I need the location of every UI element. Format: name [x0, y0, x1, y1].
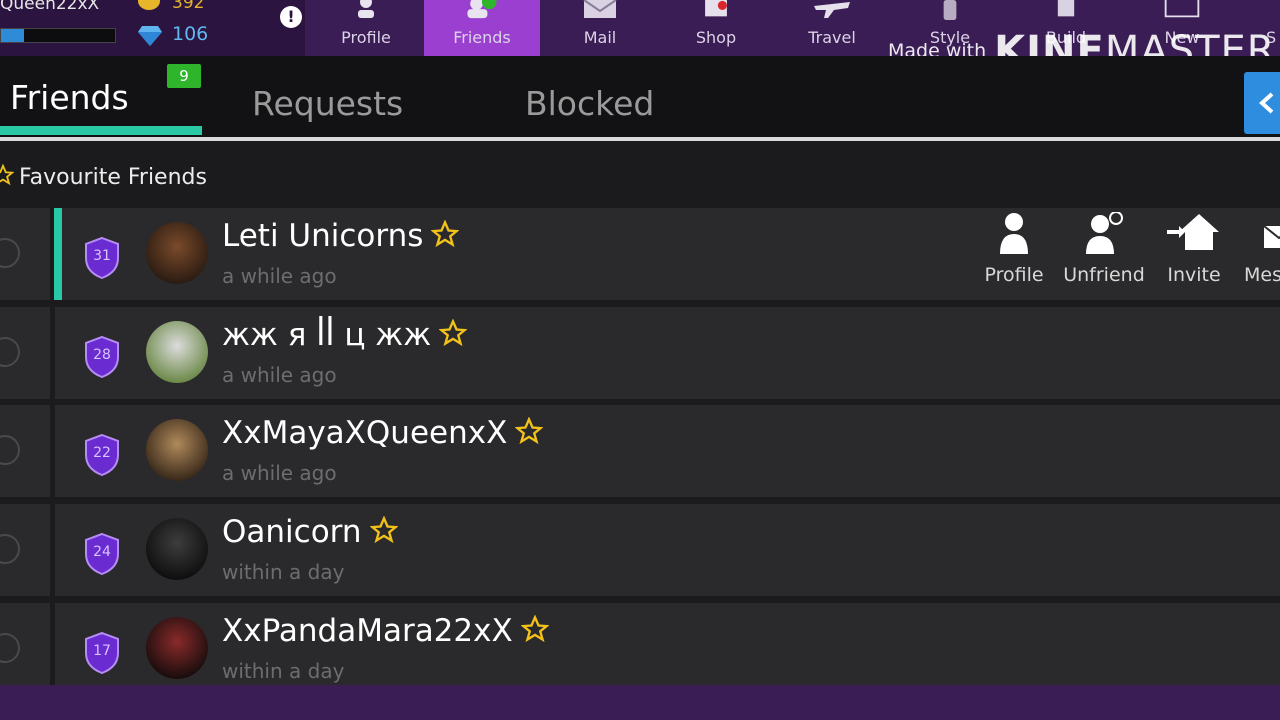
nav-label: Profile: [341, 28, 391, 47]
favourite-star-icon[interactable]: [520, 615, 549, 643]
player-name: Queen22xX: [0, 0, 100, 14]
favourite-star-icon[interactable]: [515, 417, 544, 445]
new-icon: [1164, 0, 1200, 18]
action-label: Profile: [984, 264, 1044, 286]
friend-name: XxPandaMara22xX: [222, 613, 549, 649]
unfriend-icon: [1086, 212, 1123, 254]
nav-label: Friends: [453, 28, 511, 47]
avatar[interactable]: [146, 419, 208, 481]
nav-label: Travel: [808, 28, 856, 47]
level-number: 22: [93, 445, 111, 461]
friend-name: Oanicorn: [222, 514, 398, 550]
nav-profile[interactable]: Profile: [308, 0, 424, 56]
mail-icon: [583, 0, 617, 18]
nav-travel[interactable]: Travel: [774, 0, 890, 56]
favourite-star-icon[interactable]: [369, 516, 398, 544]
level-number: 17: [93, 643, 111, 659]
friends-count-badge: 9: [167, 64, 201, 88]
active-tab-underline: [0, 126, 202, 135]
unfriend-action-button[interactable]: Unfriend: [1063, 212, 1145, 294]
avatar[interactable]: [146, 222, 208, 284]
profile-action-button[interactable]: Profile: [974, 212, 1054, 294]
profile-icon: [358, 0, 374, 18]
nav-label: Mail: [583, 28, 617, 47]
level-number: 28: [93, 347, 111, 363]
build-icon: [1057, 0, 1075, 17]
friend-name-text: XxMayaXQueenxX: [222, 415, 508, 451]
friend-name-text: Oanicorn: [222, 514, 362, 550]
envelope-icon: [1263, 225, 1280, 248]
selected-row-accent: [54, 208, 62, 300]
shop-icon: [705, 0, 727, 17]
diamond-count: 106: [172, 23, 209, 45]
info-icon[interactable]: !: [280, 6, 302, 28]
coin-count: 392: [172, 0, 205, 13]
level-number: 31: [93, 248, 111, 264]
player-panel: Queen22xX 392 106 !: [0, 0, 305, 56]
friend-name-text: XxPandaMara22xX: [222, 613, 513, 649]
friend-last-seen: a while ago: [222, 363, 337, 387]
section-title: Favourite Friends: [19, 165, 207, 190]
favourite-star-icon[interactable]: [431, 220, 460, 248]
friends-icon: [467, 0, 497, 19]
friend-name-text: Leti Unicorns: [222, 218, 424, 254]
invite-action-button[interactable]: Invite: [1154, 212, 1234, 294]
travel-icon: [814, 2, 850, 18]
friend-name: XxMayaXQueenxX: [222, 415, 544, 451]
action-label: Unfriend: [1063, 264, 1145, 286]
friend-name: Leti Unicorns: [222, 218, 460, 254]
favourite-star-icon[interactable]: [439, 319, 468, 347]
nav-friends[interactable]: Friends: [424, 0, 540, 56]
chevron-left-icon: [1259, 92, 1274, 114]
friend-last-seen: within a day: [222, 659, 345, 683]
nav-mail[interactable]: Mail: [542, 0, 658, 56]
row-divider: [50, 405, 55, 497]
friend-name-text: жж я ꟾꟾ ц жж: [222, 317, 432, 353]
bottom-bar: [0, 685, 1280, 720]
xp-bar-fill: [1, 29, 24, 42]
avatar[interactable]: [146, 518, 208, 580]
nav-shop[interactable]: Shop: [658, 0, 774, 56]
message-action-button[interactable]: Message: [1244, 212, 1280, 294]
row-divider: [50, 307, 55, 399]
friend-last-seen: within a day: [222, 560, 345, 584]
action-label: Invite: [1167, 264, 1221, 286]
row-divider: [50, 603, 55, 685]
xp-bar: [0, 28, 116, 43]
style-icon: [943, 0, 957, 20]
avatar[interactable]: [146, 617, 208, 679]
friend-last-seen: a while ago: [222, 461, 337, 485]
star-icon: [0, 164, 14, 186]
house-icon: [1167, 214, 1219, 250]
friend-name: жж я ꟾꟾ ц жж: [222, 317, 468, 353]
avatar[interactable]: [146, 321, 208, 383]
action-label: Message: [1244, 264, 1280, 286]
friend-last-seen: a while ago: [222, 264, 337, 288]
coin-icon: [138, 0, 160, 10]
diamond-icon: [138, 26, 162, 46]
nav-label: Shop: [695, 28, 737, 47]
back-button[interactable]: [1244, 72, 1280, 134]
person-icon: [1000, 213, 1028, 254]
tab-blocked[interactable]: Blocked: [525, 84, 654, 123]
row-divider: [50, 504, 55, 596]
tab-friends[interactable]: Friends: [10, 78, 129, 117]
level-number: 24: [93, 544, 111, 560]
tab-requests[interactable]: Requests: [252, 84, 403, 123]
